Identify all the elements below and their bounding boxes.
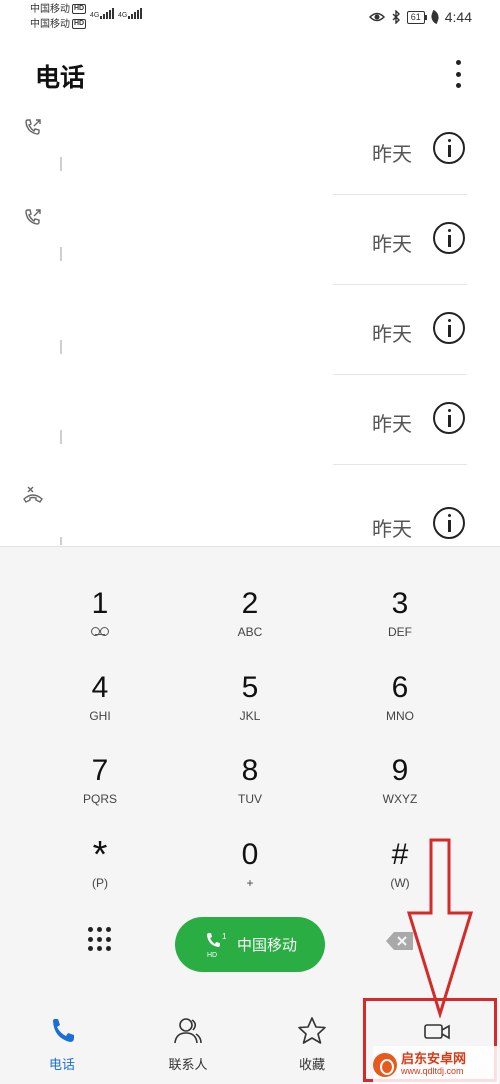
info-icon[interactable] bbox=[433, 402, 465, 434]
call-log-item[interactable]: 昨天 bbox=[0, 285, 500, 375]
key-star[interactable]: * (P) bbox=[40, 834, 160, 908]
key-digit: * bbox=[92, 834, 108, 876]
key-digit: 6 bbox=[391, 671, 409, 704]
annotation-arrow-icon bbox=[406, 838, 474, 1018]
key-digit: 5 bbox=[241, 671, 259, 704]
more-vertical-icon[interactable] bbox=[452, 60, 464, 88]
key-digit: 2 bbox=[241, 587, 259, 620]
watermark-title: 启东安卓网 bbox=[401, 1051, 467, 1066]
call-time: 昨天 bbox=[372, 234, 412, 256]
clock: 4:44 bbox=[444, 9, 472, 25]
key-digit: 8 bbox=[241, 754, 259, 787]
key-2[interactable]: 2 ABC bbox=[190, 587, 310, 657]
key-digit: 3 bbox=[391, 587, 409, 620]
info-icon[interactable] bbox=[433, 132, 465, 164]
call-time: 昨天 bbox=[372, 324, 412, 346]
contact-name-placeholder bbox=[60, 340, 62, 354]
contacts-icon bbox=[174, 1018, 202, 1044]
call-time: 昨天 bbox=[372, 144, 412, 166]
call-log-item[interactable]: 昨天 bbox=[0, 465, 500, 545]
call-sim-label: 中国移动 bbox=[236, 937, 297, 954]
key-letters: WXYZ bbox=[382, 792, 418, 806]
signal-1: 4G bbox=[90, 8, 115, 19]
contact-name-placeholder bbox=[60, 430, 62, 444]
page-title: 电话 bbox=[35, 64, 86, 92]
network-type: 4G bbox=[118, 12, 128, 19]
key-1[interactable]: 1 bbox=[40, 587, 160, 657]
call-log-item[interactable]: 昨天 bbox=[0, 375, 500, 465]
dialpad-toggle-icon[interactable] bbox=[87, 927, 113, 953]
key-letters: TUV bbox=[238, 792, 262, 806]
key-letters: DEF bbox=[388, 625, 412, 639]
call-log-item[interactable]: 昨天 bbox=[0, 105, 500, 195]
key-digit: 0 bbox=[241, 838, 259, 871]
key-digit: 4 bbox=[91, 671, 109, 704]
eye-icon bbox=[368, 12, 385, 22]
contact-name-placeholder bbox=[60, 247, 62, 261]
key-7[interactable]: 7 PQRS bbox=[40, 754, 160, 824]
key-digit: 7 bbox=[91, 754, 109, 787]
key-letters: (P) bbox=[92, 876, 108, 890]
sim-number: 1 bbox=[222, 932, 227, 941]
key-0[interactable]: 0 + bbox=[190, 838, 310, 908]
star-icon bbox=[298, 1017, 326, 1044]
key-9[interactable]: 9 WXYZ bbox=[340, 754, 460, 824]
bluetooth-icon bbox=[392, 10, 400, 24]
call-button[interactable]: 1 HD 中国移动 bbox=[175, 917, 325, 972]
key-letters: MNO bbox=[386, 709, 414, 723]
tab-label: 收藏 bbox=[298, 1057, 325, 1072]
key-5[interactable]: 5 JKL bbox=[190, 671, 310, 741]
tab-favorites[interactable]: 收藏 bbox=[262, 1016, 362, 1073]
tab-label: 电话 bbox=[48, 1057, 75, 1072]
watermark: 启东安卓网 www.qdltdj.com bbox=[373, 1046, 498, 1084]
key-4[interactable]: 4 GHI bbox=[40, 671, 160, 741]
info-icon[interactable] bbox=[433, 507, 465, 539]
watermark-url: www.qdltdj.com bbox=[401, 1066, 464, 1076]
key-letters: GHI bbox=[89, 709, 111, 723]
call-log-list: 昨天 昨天 昨天 昨天 昨天 bbox=[0, 105, 500, 545]
call-log-item[interactable]: 昨天 bbox=[0, 195, 500, 285]
battery-icon: 61 bbox=[406, 10, 427, 24]
call-time: 昨天 bbox=[372, 414, 412, 436]
carrier-2: 中国移动 HD bbox=[30, 19, 87, 31]
carrier-1-name: 中国移动 bbox=[30, 4, 70, 15]
signal-bars-icon bbox=[128, 8, 143, 19]
call-time: 昨天 bbox=[372, 519, 412, 541]
tab-contacts[interactable]: 联系人 bbox=[138, 1016, 238, 1073]
key-letters: ABC bbox=[237, 625, 263, 639]
hd-label: HD bbox=[207, 952, 217, 959]
phone-hd-icon: 1 HD bbox=[206, 932, 227, 959]
carrier-1: 中国移动 HD bbox=[30, 4, 87, 16]
status-icons: 61 4:44 bbox=[368, 9, 472, 25]
tab-label: 联系人 bbox=[168, 1057, 208, 1072]
contact-name-placeholder bbox=[60, 157, 62, 171]
signal-bars-icon bbox=[100, 8, 115, 19]
hd-badge: HD bbox=[72, 4, 87, 15]
voicemail-icon bbox=[90, 627, 110, 636]
key-letters: PQRS bbox=[82, 792, 117, 806]
info-icon[interactable] bbox=[433, 222, 465, 254]
carrier-2-name: 中国移动 bbox=[30, 19, 70, 30]
watermark-logo-icon bbox=[373, 1053, 397, 1077]
info-icon[interactable] bbox=[433, 312, 465, 344]
key-3[interactable]: 3 DEF bbox=[340, 587, 460, 657]
contact-name-placeholder bbox=[60, 537, 62, 545]
network-type: 4G bbox=[90, 12, 100, 19]
key-6[interactable]: 6 MNO bbox=[340, 671, 460, 741]
status-bar: 中国移动 HD 中国移动 HD 4G 4G 61 4:44 bbox=[0, 0, 500, 36]
missed-call-icon bbox=[23, 486, 43, 503]
key-digit: 1 bbox=[91, 587, 109, 620]
key-letters: + bbox=[246, 876, 254, 890]
tab-phone[interactable]: 电话 bbox=[12, 1016, 112, 1073]
watermark-text: 启东安卓网 www.qdltdj.com bbox=[401, 1052, 466, 1078]
leaf-icon bbox=[428, 9, 441, 25]
key-8[interactable]: 8 TUV bbox=[190, 754, 310, 824]
outgoing-call-icon bbox=[25, 119, 41, 135]
outgoing-call-icon bbox=[25, 209, 41, 225]
signal-2: 4G bbox=[118, 8, 143, 19]
phone-icon bbox=[53, 1019, 74, 1042]
hd-badge: HD bbox=[72, 19, 87, 30]
key-letters: JKL bbox=[239, 709, 261, 723]
key-digit: 9 bbox=[391, 754, 409, 787]
